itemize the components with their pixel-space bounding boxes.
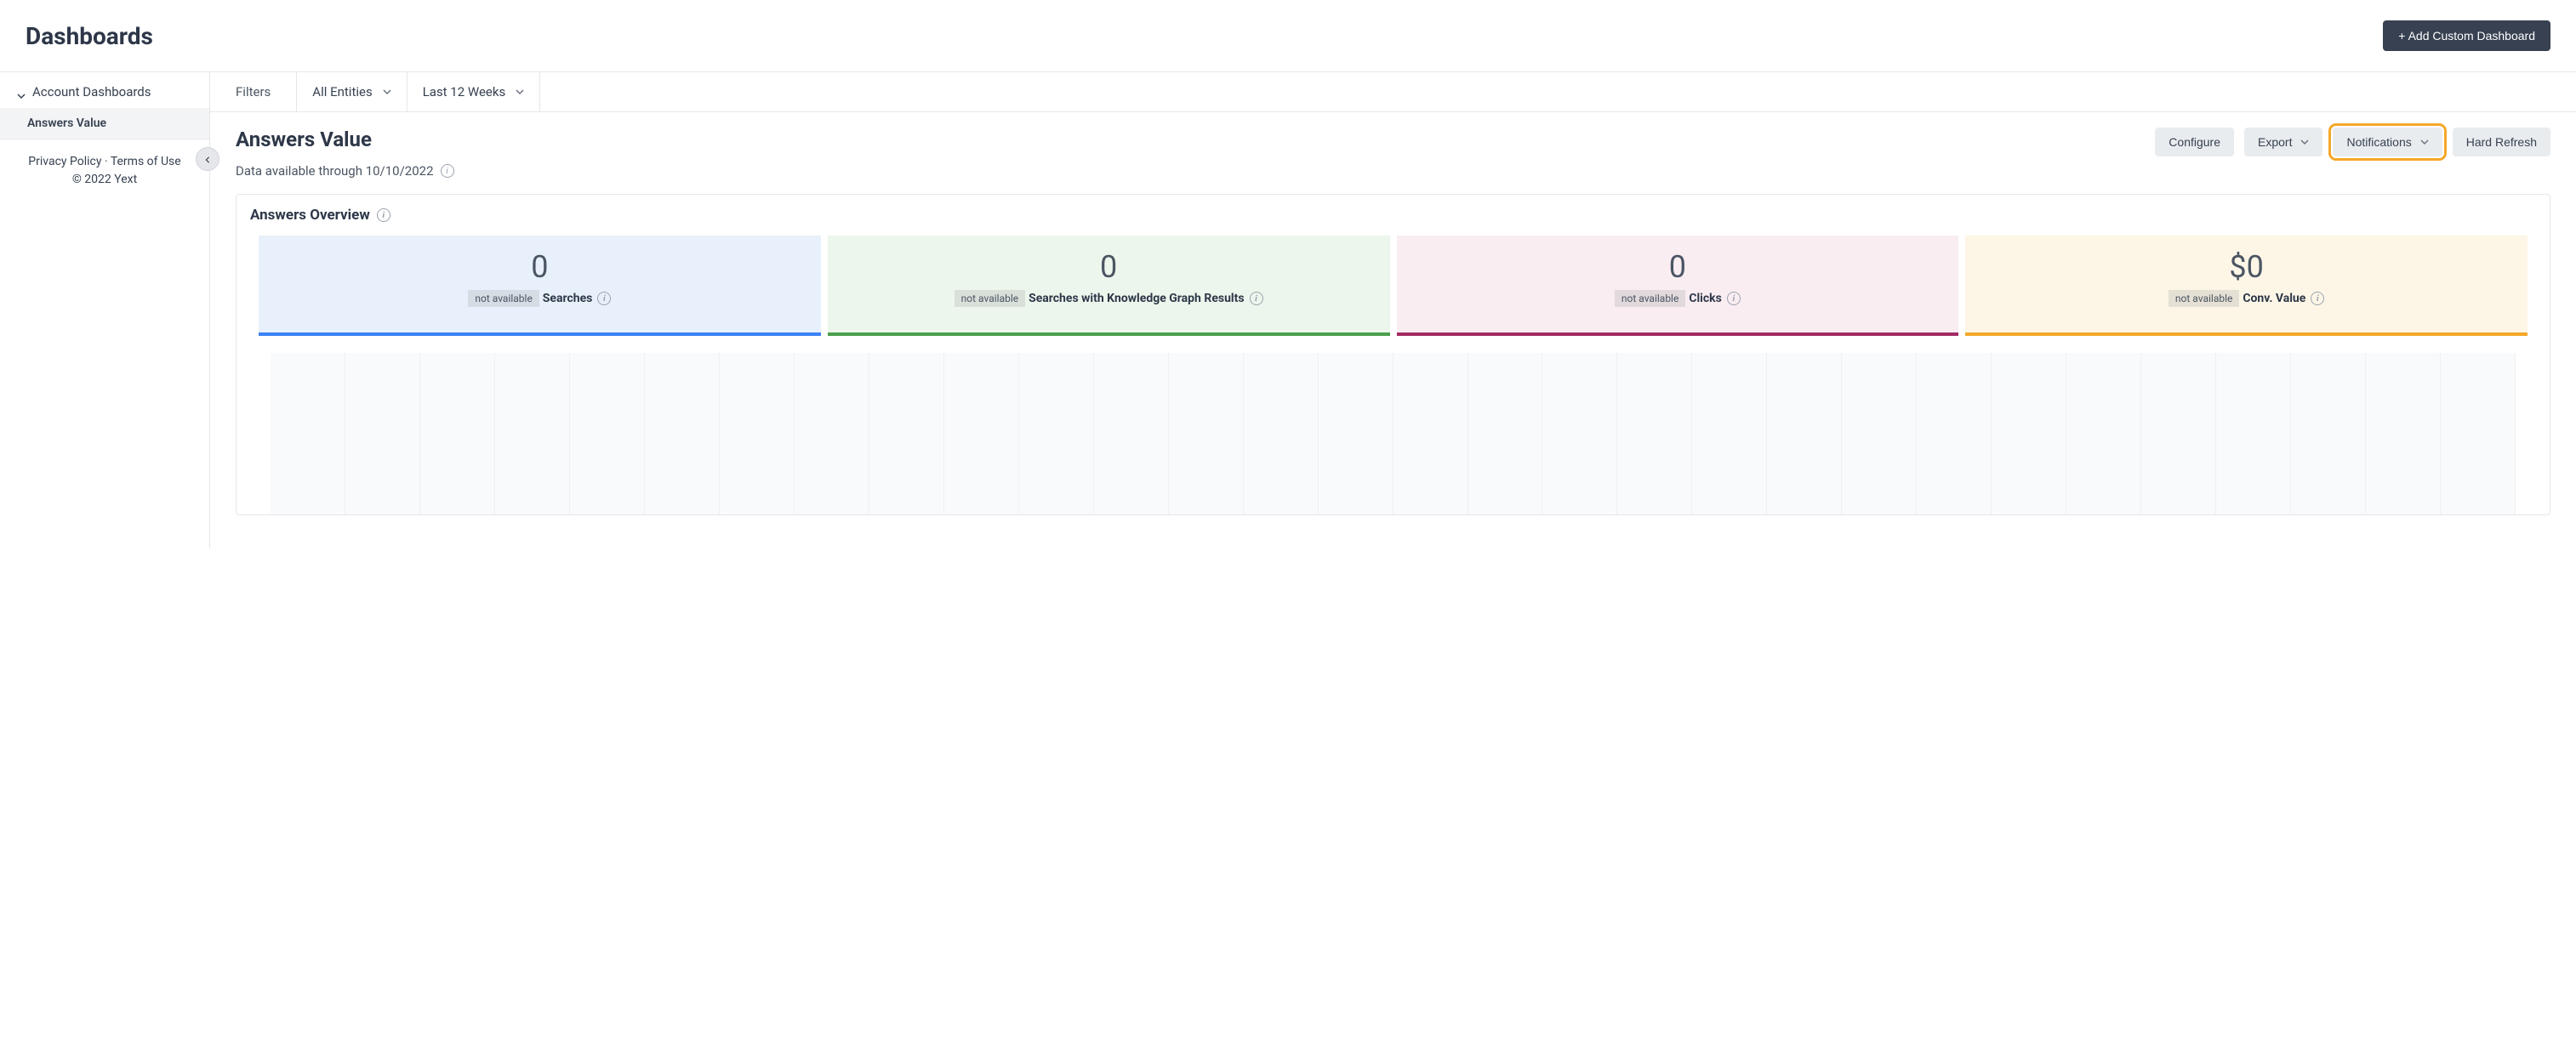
gridline bbox=[271, 353, 345, 514]
info-icon[interactable]: i bbox=[597, 292, 611, 305]
gridline bbox=[495, 353, 570, 514]
footer-separator: · bbox=[101, 155, 110, 168]
gridline bbox=[944, 353, 1019, 514]
chevron-left-icon bbox=[204, 151, 211, 168]
gridline bbox=[2291, 353, 2366, 514]
gridline bbox=[2216, 353, 2291, 514]
chevron-down-icon bbox=[516, 84, 524, 99]
gridline bbox=[795, 353, 869, 514]
export-button[interactable]: Export bbox=[2244, 128, 2322, 156]
metric-label-text: Searches bbox=[543, 292, 593, 305]
sidebar-section-label: Account Dashboards bbox=[32, 84, 151, 99]
terms-of-use-link[interactable]: Terms of Use bbox=[111, 155, 181, 168]
data-availability-text: Data available through 10/10/2022 bbox=[236, 163, 434, 179]
metric-label: Searches i bbox=[543, 292, 612, 305]
gridline bbox=[645, 353, 720, 514]
sidebar-item-answers-value[interactable]: Answers Value bbox=[0, 108, 209, 139]
gridline bbox=[1992, 353, 2066, 514]
gridline bbox=[1019, 353, 1094, 514]
gridline bbox=[2441, 353, 2516, 514]
metric-label-text: Searches with Knowledge Graph Results bbox=[1029, 292, 1244, 305]
metric-value: 0 bbox=[265, 249, 814, 285]
entity-filter-label: All Entities bbox=[312, 84, 372, 99]
metric-clicks[interactable]: 0 not available Clicks i bbox=[1397, 236, 1959, 336]
gridline bbox=[1393, 353, 1468, 514]
chevron-down-icon bbox=[2420, 135, 2429, 149]
filter-bar: Filters All Entities Last 12 Weeks bbox=[210, 72, 2576, 112]
action-row: Configure Export Notifications Hard Refr… bbox=[2155, 128, 2550, 156]
sidebar-footer: Privacy Policy · Terms of Use © 2022 Yex… bbox=[0, 139, 209, 202]
gridline bbox=[1094, 353, 1169, 514]
hard-refresh-button[interactable]: Hard Refresh bbox=[2453, 128, 2550, 156]
chevron-down-icon bbox=[383, 84, 391, 99]
metric-label: Clicks i bbox=[1689, 292, 1741, 305]
metric-badge: not available bbox=[1615, 290, 1685, 307]
add-custom-dashboard-button[interactable]: + Add Custom Dashboard bbox=[2383, 20, 2550, 51]
metric-badge: not available bbox=[468, 290, 539, 307]
gridline bbox=[1542, 353, 1617, 514]
info-icon[interactable]: i bbox=[441, 164, 454, 178]
gridline bbox=[1767, 353, 1842, 514]
answers-overview-card: Answers Overview i 0 not available Searc… bbox=[236, 194, 2550, 515]
data-availability: Data available through 10/10/2022 i bbox=[210, 160, 2576, 194]
info-icon[interactable]: i bbox=[2311, 292, 2324, 305]
gridline bbox=[1917, 353, 1992, 514]
gridline bbox=[570, 353, 645, 514]
gridline bbox=[1169, 353, 1244, 514]
gridline bbox=[345, 353, 420, 514]
date-filter[interactable]: Last 12 Weeks bbox=[407, 72, 541, 111]
metric-value: 0 bbox=[835, 249, 1383, 285]
notifications-label: Notifications bbox=[2346, 135, 2411, 149]
gridline bbox=[1692, 353, 1767, 514]
card-heading-text: Answers Overview bbox=[250, 207, 370, 224]
copyright-text: © 2022 Yext bbox=[72, 173, 137, 186]
info-icon[interactable]: i bbox=[1727, 292, 1741, 305]
notifications-button[interactable]: Notifications bbox=[2333, 128, 2442, 156]
card-heading: Answers Overview i bbox=[250, 207, 2536, 224]
metric-badge: not available bbox=[955, 290, 1025, 307]
gridline bbox=[1842, 353, 1917, 514]
export-label: Export bbox=[2258, 135, 2292, 149]
filters-label: Filters bbox=[210, 72, 297, 111]
metric-label-text: Conv. Value bbox=[2243, 292, 2305, 305]
gridline bbox=[2066, 353, 2141, 514]
sidebar-collapse-button[interactable] bbox=[196, 147, 219, 171]
info-icon[interactable]: i bbox=[377, 208, 390, 222]
info-icon[interactable]: i bbox=[1250, 292, 1263, 305]
metric-value: $0 bbox=[1972, 249, 2521, 285]
date-filter-label: Last 12 Weeks bbox=[423, 84, 506, 99]
entity-filter[interactable]: All Entities bbox=[297, 72, 407, 111]
metric-label: Searches with Knowledge Graph Results i bbox=[1029, 292, 1262, 305]
gridline bbox=[1244, 353, 1319, 514]
metric-badge: not available bbox=[2169, 290, 2239, 307]
gridline bbox=[2366, 353, 2441, 514]
gridline bbox=[1468, 353, 1543, 514]
sidebar-section-account-dashboards[interactable]: Account Dashboards bbox=[0, 72, 209, 108]
metric-label: Conv. Value i bbox=[2243, 292, 2324, 305]
page-title: Dashboards bbox=[26, 22, 153, 50]
gridline bbox=[420, 353, 495, 514]
configure-button[interactable]: Configure bbox=[2155, 128, 2234, 156]
gridline bbox=[1617, 353, 1692, 514]
gridline bbox=[720, 353, 795, 514]
chevron-down-icon bbox=[17, 88, 26, 96]
metric-searches-kg[interactable]: 0 not available Searches with Knowledge … bbox=[828, 236, 1390, 336]
content-title: Answers Value bbox=[236, 128, 372, 151]
chevron-down-icon bbox=[2300, 135, 2309, 149]
metric-searches[interactable]: 0 not available Searches i bbox=[259, 236, 821, 336]
gridline bbox=[869, 353, 944, 514]
chart-area bbox=[271, 353, 2516, 514]
metric-value: 0 bbox=[1404, 249, 1952, 285]
metrics-row: 0 not available Searches i 0 not availab… bbox=[250, 236, 2536, 336]
metric-label-text: Clicks bbox=[1689, 292, 1722, 305]
gridline bbox=[2141, 353, 2216, 514]
privacy-policy-link[interactable]: Privacy Policy bbox=[28, 155, 101, 168]
main-content: Filters All Entities Last 12 Weeks Answe… bbox=[210, 72, 2576, 548]
gridline bbox=[1319, 353, 1393, 514]
metric-conv-value[interactable]: $0 not available Conv. Value i bbox=[1965, 236, 2528, 336]
sidebar: Account Dashboards Answers Value Privacy… bbox=[0, 72, 210, 548]
